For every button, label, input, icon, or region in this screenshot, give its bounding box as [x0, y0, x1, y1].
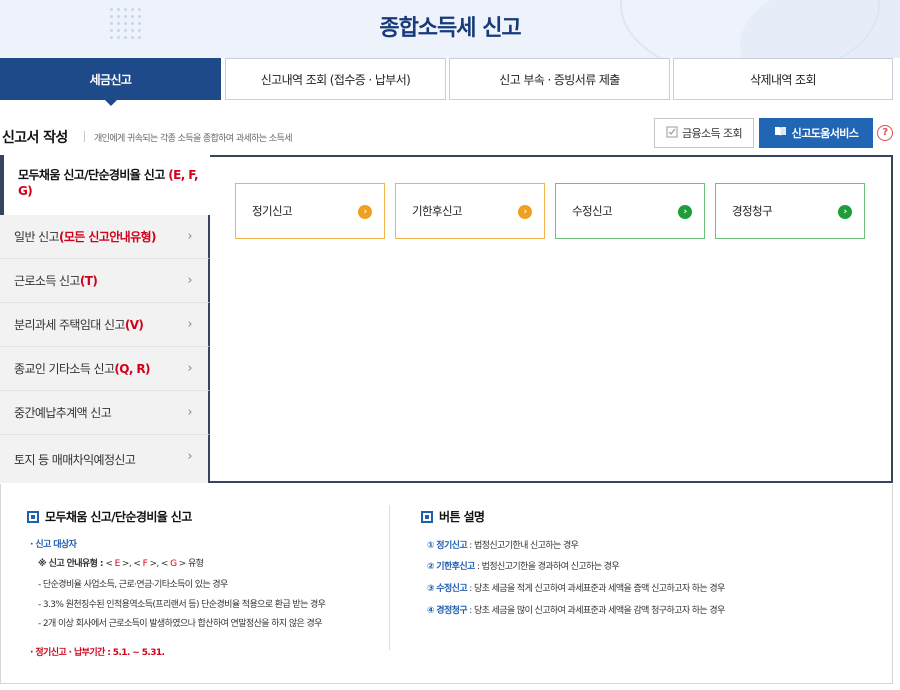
button-desc-item: ① 정기신고 : 법정신고기한내 신고하는 경우	[427, 538, 579, 551]
type-bracket: > 유형	[176, 559, 204, 569]
arrow-right-circle-icon: ›	[518, 205, 532, 219]
option-label: 기한후신고	[412, 204, 463, 218]
type-bracket: >,	[119, 559, 134, 569]
sidebar-item-code: (T)	[79, 273, 98, 288]
page-title: 종합소득세 신고	[379, 16, 521, 41]
sidebar-item-land-sale[interactable]: 토지 등 매매차익예정신고 ›	[0, 435, 210, 483]
chevron-right-icon: ›	[187, 361, 192, 376]
arrow-right-circle-icon: ›	[678, 205, 692, 219]
info-left-title-text: 모두채움 신고/단순경비율 신고	[45, 510, 192, 524]
amended-filing-button[interactable]: 수정신고 ›	[555, 183, 705, 239]
sidebar-item-label: 중간예납추계액 신고	[14, 406, 112, 420]
sidebar-item-interim-prepayment[interactable]: 중간예납추계액 신고 ›	[0, 391, 210, 435]
type-bracket: >,	[147, 559, 161, 569]
target-label: · 신고 대상자	[30, 540, 77, 550]
sidebar-item-label: 분리과세 주택임대 신고	[14, 318, 125, 332]
guide-type-line: ※ 신고 안내유형 : < E >, < F >, < G > 유형	[38, 556, 204, 569]
item-desc: : 법정신고기한을 경과하여 신고하는 경우	[474, 562, 620, 572]
filing-period: · 정기신고 · 납부기간 : 5.1. ~ 5.31.	[30, 648, 165, 658]
section-description: 개인에게 귀속되는 각종 소득을 종합하여 과세하는 소득세	[94, 134, 292, 144]
target-detail-line: - 3.3% 원천징수된 인적용역소득(프리랜서 등) 단순경비율 적용으로 환…	[38, 600, 326, 610]
sidebar-item-code: (모든 신고안내유형)	[58, 230, 156, 244]
guide-type-prefix: ※ 신고 안내유형 :	[38, 559, 106, 569]
button-desc-item: ② 기한후신고 : 법정신고기한을 경과하여 신고하는 경우	[427, 559, 620, 572]
sidebar-item-label: 근로소득 신고	[14, 274, 80, 288]
filing-help-button[interactable]: 신고도움서비스	[759, 118, 873, 148]
tab-deleted-history[interactable]: 삭제내역 조회	[673, 58, 893, 100]
chevron-right-icon: ›	[187, 405, 192, 420]
filing-type-sidebar: 모두채움 신고/단순경비율 신고 (E, F, G) 일반 신고 (모든 신고안…	[0, 155, 210, 483]
square-bullet-icon	[421, 510, 433, 523]
square-bullet-icon	[27, 510, 39, 523]
item-desc: : 법정신고기한내 신고하는 경우	[467, 541, 579, 551]
sidebar-item-prefilled-filing[interactable]: 모두채움 신고/단순경비율 신고 (E, F, G)	[0, 155, 210, 215]
tab-tax-filing[interactable]: 세금신고	[0, 58, 221, 106]
type-bracket: <	[105, 559, 115, 569]
sidebar-item-code: (V)	[124, 317, 144, 332]
item-number: ④	[427, 606, 435, 616]
regular-filing-button[interactable]: 정기신고 ›	[235, 183, 385, 239]
item-desc: : 당초 세금을 많이 신고하여 과세표준과 세액을 감액 청구하고자 하는 경…	[467, 606, 725, 616]
section-title: 신고서 작성	[2, 130, 68, 146]
sidebar-item-label: 일반 신고	[14, 230, 60, 244]
page-banner: 종합소득세 신고	[0, 0, 900, 58]
financial-income-label: 금융소득 조회	[681, 127, 743, 140]
item-number: ②	[427, 562, 435, 572]
info-right-title: 버튼 설명	[421, 508, 485, 525]
sidebar-item-religious-income[interactable]: 종교인 기타소득 신고 (Q, R) ›	[0, 347, 210, 391]
column-divider	[389, 505, 390, 650]
item-term: 수정신고	[436, 584, 468, 594]
option-label: 경정청구	[732, 204, 773, 218]
tab-attachment-submit[interactable]: 신고 부속 · 증빙서류 제출	[449, 58, 670, 100]
option-label: 정기신고	[252, 204, 293, 218]
target-detail-line: - 단순경비율 사업소득, 근로·연금·기타소득이 있는 경우	[38, 580, 228, 590]
button-desc-item: ④ 경정청구 : 당초 세금을 많이 신고하여 과세표준과 세액을 감액 청구하…	[427, 603, 725, 616]
tab-filing-history[interactable]: 신고내역 조회 (접수증 · 납부서)	[225, 58, 446, 100]
item-term: 정기신고	[436, 541, 468, 551]
late-filing-button[interactable]: 기한후신고 ›	[395, 183, 545, 239]
option-label: 수정신고	[572, 204, 613, 218]
sidebar-item-general-filing[interactable]: 일반 신고 (모든 신고안내유형) ›	[0, 215, 210, 259]
item-term: 경정청구	[436, 606, 468, 616]
item-number: ③	[427, 584, 435, 594]
filing-help-label: 신고도움서비스	[791, 127, 859, 140]
sidebar-item-housing-rental[interactable]: 분리과세 주택임대 신고 (V) ›	[0, 303, 210, 347]
chevron-right-icon: ›	[187, 273, 192, 288]
type-bracket: <	[160, 559, 171, 569]
sidebar-item-label: 토지 등 매매차익예정신고	[14, 452, 136, 467]
info-right-title-text: 버튼 설명	[439, 510, 485, 524]
target-detail-line: - 2개 이상 회사에서 근로소득이 발생하였으나 합산하여 연말정산을 하지 …	[38, 619, 322, 629]
chevron-right-icon: ›	[187, 449, 192, 464]
arrow-right-circle-icon: ›	[838, 205, 852, 219]
refund-claim-button[interactable]: 경정청구 ›	[715, 183, 865, 239]
sidebar-item-code: (Q, R)	[114, 361, 150, 376]
type-bracket: <	[133, 559, 143, 569]
chevron-right-icon: ›	[187, 317, 192, 332]
arrow-right-circle-icon: ›	[358, 205, 372, 219]
main-tabs: 세금신고 신고내역 조회 (접수증 · 납부서) 신고 부속 · 증빙서류 제출…	[0, 58, 900, 106]
sidebar-item-label: 모두채움 신고/단순경비율 신고	[18, 168, 169, 182]
item-desc: : 당초 세금을 적게 신고하여 과세표준과 세액을 증액 신고하고자 하는 경…	[467, 584, 725, 594]
divider	[84, 131, 85, 142]
book-icon	[774, 126, 787, 140]
checklist-icon	[666, 126, 678, 141]
financial-income-button[interactable]: 금융소득 조회	[654, 118, 754, 148]
item-number: ①	[427, 541, 435, 551]
sidebar-item-label: 종교인 기타소득 신고	[14, 362, 115, 376]
sidebar-item-earned-income[interactable]: 근로소득 신고 (T) ›	[0, 259, 210, 303]
help-question-icon[interactable]: ?	[877, 125, 893, 141]
button-desc-item: ③ 수정신고 : 당초 세금을 적게 신고하여 과세표준과 세액을 증액 신고하…	[427, 581, 725, 594]
item-term: 기한후신고	[436, 562, 475, 572]
info-left-title: 모두채움 신고/단순경비율 신고	[27, 508, 192, 525]
chevron-right-icon: ›	[187, 229, 192, 244]
